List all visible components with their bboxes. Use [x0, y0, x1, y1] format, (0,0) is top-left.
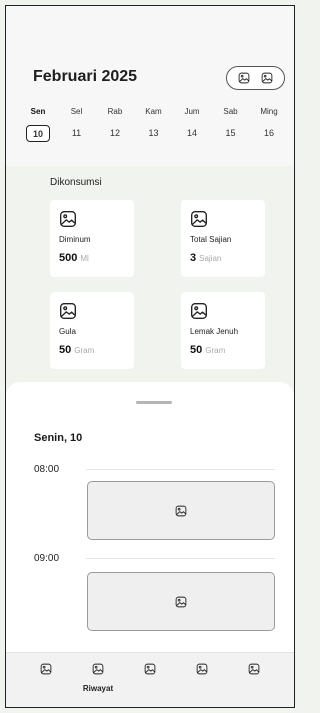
- day-number[interactable]: 16: [257, 125, 281, 142]
- day-name: Sel: [70, 107, 83, 116]
- image-icon[interactable]: [238, 72, 250, 84]
- nav-item-riwayat[interactable]: Riwayat: [78, 663, 118, 707]
- nav-item-5[interactable]: [234, 663, 274, 707]
- month-title[interactable]: Februari 2025: [33, 68, 137, 86]
- day-number[interactable]: 11: [65, 125, 89, 142]
- stat-card-saturated-fat[interactable]: Lemak Jenuh 50 Gram: [181, 292, 265, 369]
- day-name: Sen: [30, 107, 46, 116]
- stat-unit: Gram: [205, 346, 226, 355]
- image-icon[interactable]: [92, 663, 104, 675]
- consumed-section-title: Dikonsumsi: [50, 177, 102, 188]
- stat-label: Diminum: [59, 235, 91, 244]
- nav-item-3[interactable]: [130, 663, 170, 707]
- day-sun[interactable]: Ming 16: [257, 106, 281, 142]
- day-number[interactable]: 13: [142, 125, 166, 142]
- stat-unit: Sajian: [199, 254, 222, 263]
- day-number[interactable]: 14: [180, 125, 204, 142]
- hour-divider: [86, 558, 275, 559]
- schedule-sheet: Senin, 10 08:00 09:00: [6, 382, 294, 652]
- view-toggle[interactable]: [226, 66, 285, 90]
- stat-label: Gula: [59, 327, 76, 336]
- calendar-header: Februari 2025 Sen 10 Sel 11 Rab 12 Kam 1…: [6, 6, 294, 166]
- stat-label: Lemak Jenuh: [190, 327, 239, 336]
- day-wed[interactable]: Rab 12: [103, 106, 127, 142]
- day-name: Jum: [184, 107, 200, 116]
- schedule-slot[interactable]: [87, 481, 275, 540]
- stat-value: 3 Sajian: [190, 248, 257, 266]
- stat-value: 500 Ml: [59, 248, 126, 266]
- bottom-navigation: Riwayat: [6, 652, 294, 707]
- day-name: Rab: [107, 107, 123, 116]
- app-screen: Februari 2025 Sen 10 Sel 11 Rab 12 Kam 1…: [5, 5, 295, 708]
- nav-item-4[interactable]: [182, 663, 222, 707]
- image-icon: [175, 596, 187, 608]
- day-thu[interactable]: Kam 13: [142, 106, 166, 142]
- stat-value: 50 Gram: [190, 340, 257, 358]
- image-icon: [190, 302, 208, 320]
- day-sat[interactable]: Sab 15: [219, 106, 243, 142]
- image-icon[interactable]: [248, 663, 260, 675]
- day-number[interactable]: 12: [103, 125, 127, 142]
- stat-label: Total Sajian: [190, 235, 232, 244]
- stat-number: 500: [59, 252, 78, 264]
- stat-unit: Gram: [74, 346, 95, 355]
- image-icon[interactable]: [196, 663, 208, 675]
- drag-handle[interactable]: [136, 401, 172, 404]
- day-tue[interactable]: Sel 11: [65, 106, 89, 142]
- time-label: 08:00: [34, 464, 60, 475]
- stat-card-sugar[interactable]: Gula 50 Gram: [50, 292, 134, 369]
- nav-label: Riwayat: [82, 684, 114, 693]
- schedule-slot[interactable]: [87, 572, 275, 631]
- stat-card-servings[interactable]: Total Sajian 3 Sajian: [181, 200, 265, 277]
- day-number[interactable]: 10: [26, 125, 50, 142]
- day-name: Sab: [223, 107, 238, 116]
- day-name: Ming: [260, 107, 278, 116]
- day-fri[interactable]: Jum 14: [180, 106, 204, 142]
- image-icon: [190, 210, 208, 228]
- day-mon[interactable]: Sen 10: [26, 106, 50, 142]
- week-strip: Sen 10 Sel 11 Rab 12 Kam 13 Jum 14 Sab 1…: [26, 106, 281, 142]
- stat-card-drink[interactable]: Diminum 500 Ml: [50, 200, 134, 277]
- image-icon: [59, 302, 77, 320]
- stat-unit: Ml: [80, 254, 89, 263]
- image-icon: [59, 210, 77, 228]
- image-icon[interactable]: [261, 72, 273, 84]
- stat-number: 50: [59, 344, 72, 356]
- image-icon[interactable]: [40, 663, 52, 675]
- stat-number: 50: [190, 344, 203, 356]
- day-number[interactable]: 15: [219, 125, 243, 142]
- hour-divider: [86, 469, 275, 470]
- nav-item-1[interactable]: [26, 663, 66, 707]
- time-label: 09:00: [34, 553, 60, 564]
- image-icon: [175, 505, 187, 517]
- day-name: Kam: [145, 107, 162, 116]
- image-icon[interactable]: [144, 663, 156, 675]
- stat-value: 50 Gram: [59, 340, 126, 358]
- schedule-date-title: Senin, 10: [34, 432, 83, 444]
- stat-number: 3: [190, 252, 197, 264]
